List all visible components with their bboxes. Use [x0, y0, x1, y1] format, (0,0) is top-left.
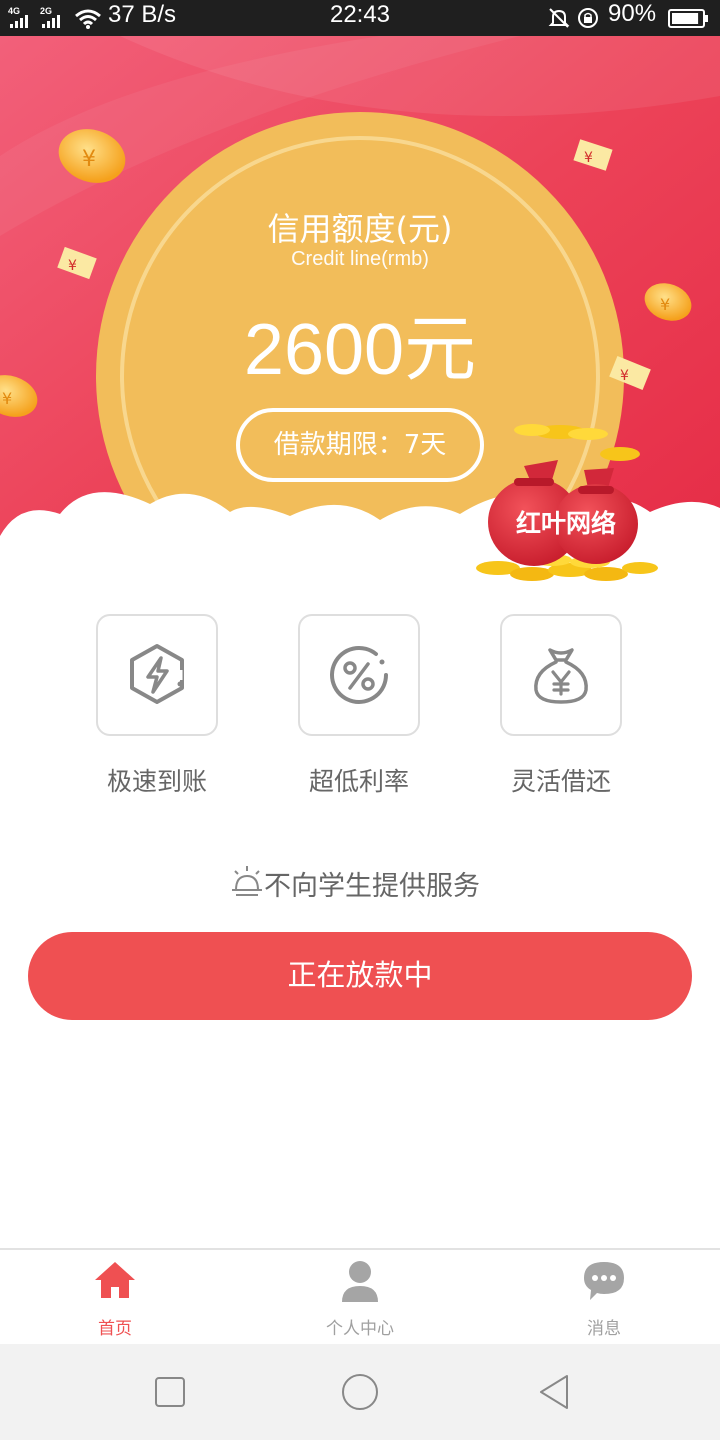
credit-hero: ¥ ¥ ¥ ¥ ¥ ¥ 信用额度(元) Credit line(rmb) 260… [0, 36, 720, 600]
mute-bell-icon [548, 8, 570, 28]
feature-fast-arrival: 极速到账 [96, 614, 218, 796]
system-nav-bar [0, 1344, 720, 1440]
notice-text: 不向学生提供服务 [264, 871, 480, 902]
bell-icon [232, 866, 262, 896]
svg-text:¥: ¥ [584, 150, 593, 166]
svg-text:¥: ¥ [82, 147, 96, 172]
recent-apps-button[interactable] [144, 1366, 196, 1418]
bottom-tab-bar: 首页 个人中心 消息 [0, 1248, 720, 1344]
wifi-icon [75, 9, 101, 29]
message-icon [584, 1262, 624, 1300]
app-screen: 4G 2G 37 B/s 22:43 90% ¥ ¥ ¥ ¥ ¥ ¥ 信用额度(… [0, 0, 720, 1440]
rotation-lock-icon [578, 8, 598, 28]
feature-label: 灵活借还 [510, 767, 611, 796]
lightning-icon [130, 644, 184, 704]
home-nav-button[interactable] [334, 1366, 386, 1418]
battery-icon [668, 9, 708, 28]
back-button[interactable] [528, 1366, 580, 1418]
notice: 不向学生提供服务 [0, 860, 720, 904]
feature-flexible-repay: 灵活借还 [500, 614, 622, 796]
tab-personal-center[interactable]: 个人中心 [280, 1250, 440, 1344]
feature-low-rate: 超低利率 [298, 614, 420, 796]
credit-amount: 2600元 [243, 310, 477, 390]
brand-label: 红叶网络 [515, 509, 616, 538]
battery-percent: 90% [608, 0, 657, 27]
home-icon [95, 1262, 135, 1298]
loan-status-button[interactable]: 正在放款中 [28, 932, 692, 1020]
status-bar: 4G 2G 37 B/s 22:43 90% [0, 0, 720, 36]
tab-home[interactable]: 首页 [35, 1250, 195, 1344]
tab-messages[interactable]: 消息 [524, 1250, 684, 1344]
tab-label: 消息 [587, 1319, 621, 1339]
feature-icon-box [298, 614, 420, 736]
signal-icon-2 [42, 15, 60, 28]
circle-icon [342, 1374, 378, 1410]
tab-label: 首页 [98, 1319, 132, 1339]
money-bag-icon [534, 648, 588, 704]
credit-title: 信用额度(元) [267, 210, 453, 248]
feature-icon-box [96, 614, 218, 736]
square-icon [155, 1377, 185, 1407]
back-triangle-icon [540, 1375, 568, 1409]
feature-icon-box [500, 614, 622, 736]
tab-label: 个人中心 [326, 1319, 394, 1339]
feature-label: 极速到账 [106, 767, 207, 796]
percent-icon [330, 646, 388, 704]
user-icon [342, 1261, 378, 1302]
credit-subtitle: Credit line(rmb) [291, 248, 429, 270]
feature-label: 超低利率 [308, 767, 409, 796]
network-speed: 37 B/s [108, 1, 177, 28]
loan-term-badge: 借款期限：7天 [236, 408, 484, 482]
signal-icon [10, 15, 28, 28]
